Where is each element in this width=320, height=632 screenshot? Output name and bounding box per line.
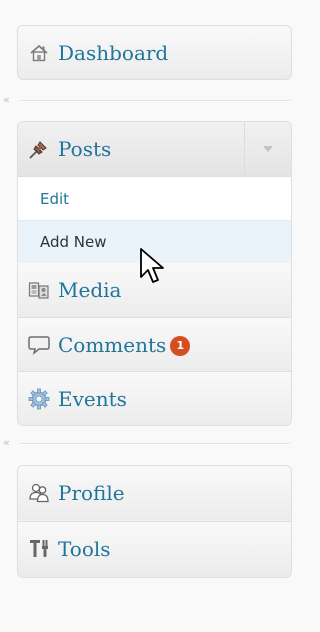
menu-item-events[interactable]: Events (18, 371, 291, 425)
menu-item-profile[interactable]: Profile (18, 466, 291, 520)
users-icon (28, 482, 50, 504)
separator-line (19, 443, 290, 445)
menu-item-posts[interactable]: Posts (18, 122, 291, 176)
separator-line (19, 100, 290, 102)
menu-item-comments[interactable]: Comments 1 (18, 317, 291, 371)
menu-group-dashboard: Dashboard (17, 25, 292, 80)
events-label: Events (58, 386, 127, 411)
menu-item-media[interactable]: Media (18, 263, 291, 317)
media-label: Media (58, 278, 122, 302)
tools-label: Tools (58, 536, 111, 561)
submenu-item-edit[interactable]: Edit (18, 177, 291, 220)
menu-separator: « (0, 436, 290, 450)
collapse-arrow-icon[interactable]: « (3, 436, 17, 450)
submenu-toggle-button[interactable] (244, 122, 291, 176)
comments-label: Comments (58, 332, 167, 357)
menu-group-profile: Profile Tools (17, 465, 292, 578)
menu-item-dashboard[interactable]: Dashboard (18, 26, 291, 79)
profile-label: Profile (58, 481, 125, 505)
submenu-item-add-new[interactable]: Add New (18, 220, 291, 263)
speech-bubble-icon (28, 334, 50, 356)
home-icon (28, 42, 50, 64)
collapse-arrow-icon[interactable]: « (3, 93, 17, 107)
media-icon (28, 279, 50, 301)
dashboard-label: Dashboard (58, 41, 169, 65)
triangle-down-icon (263, 146, 273, 152)
tools-icon (28, 538, 50, 560)
posts-label: Posts (58, 137, 112, 161)
menu-separator: « (0, 93, 290, 107)
pushpin-icon (28, 138, 50, 160)
menu-item-tools[interactable]: Tools (18, 521, 291, 575)
gear-icon (28, 388, 50, 410)
menu-group-posts: Posts Edit Add New Media Comments 1 Even… (17, 121, 292, 426)
posts-submenu: Edit Add New (18, 176, 291, 263)
pending-count-badge: 1 (170, 335, 191, 356)
